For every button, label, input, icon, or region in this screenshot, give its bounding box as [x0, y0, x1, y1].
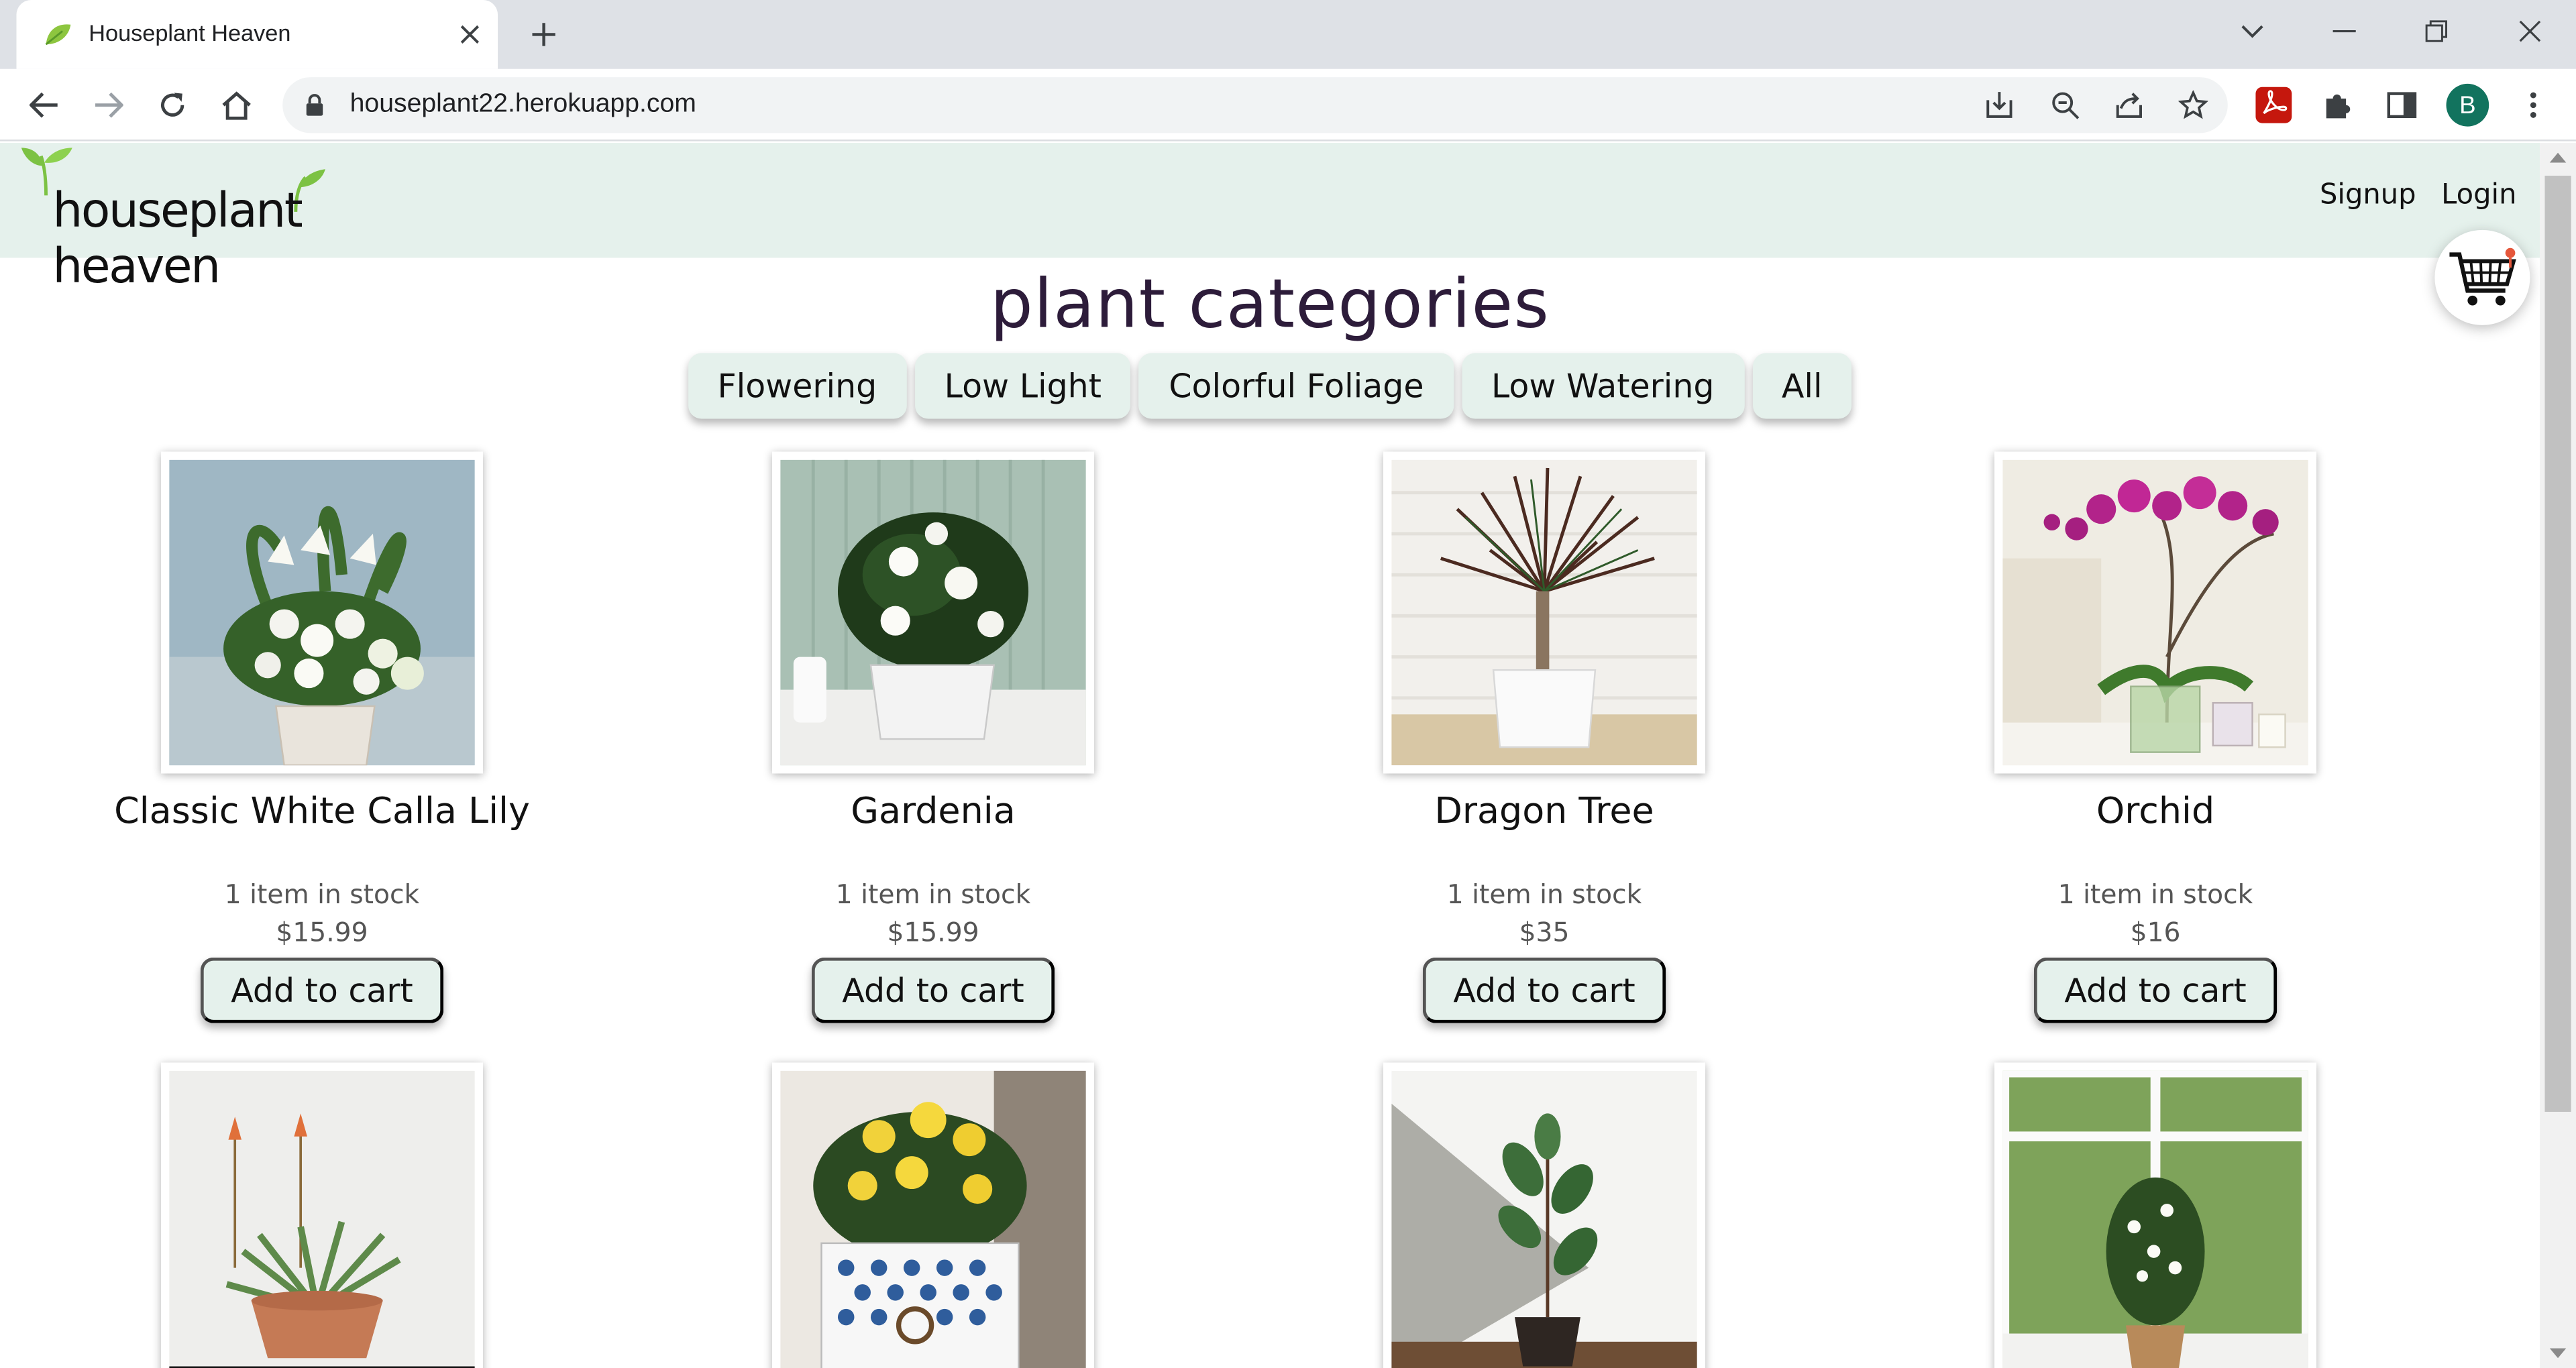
- forward-icon[interactable]: [85, 82, 131, 128]
- category-filter-bar: Flowering Low Light Colorful Foliage Low…: [0, 353, 2540, 419]
- page-scrollbar[interactable]: [2540, 143, 2576, 1368]
- product-price: $15.99: [276, 916, 368, 948]
- product-price: $35: [1519, 916, 1570, 948]
- bookmark-star-icon[interactable]: [2174, 85, 2213, 125]
- product-name: Orchid: [2096, 791, 2215, 833]
- side-panel-icon[interactable]: [2381, 84, 2424, 127]
- product-stock: 1 item in stock: [1446, 878, 1642, 910]
- category-flowering-button[interactable]: Flowering: [688, 353, 907, 419]
- product-stock: 1 item in stock: [2057, 878, 2253, 910]
- product-image[interactable]: [161, 451, 484, 774]
- tab-close-icon[interactable]: [450, 15, 490, 54]
- scrollbar-thumb[interactable]: [2544, 176, 2571, 1112]
- scroll-down-arrow-icon[interactable]: [2549, 1348, 2567, 1359]
- site-logo[interactable]: houseplant heaven: [19, 143, 480, 294]
- pdf-extension-icon[interactable]: [2253, 84, 2296, 127]
- new-tab-icon[interactable]: [523, 13, 566, 56]
- home-icon[interactable]: [213, 82, 260, 128]
- add-to-cart-button[interactable]: Add to cart: [1422, 957, 1666, 1023]
- browser-tab[interactable]: Houseplant Heaven: [16, 0, 498, 69]
- tab-title: Houseplant Heaven: [89, 19, 291, 46]
- orchid-photo: [2002, 459, 2308, 766]
- category-low-watering-button[interactable]: Low Watering: [1461, 353, 1744, 419]
- product-stock: 1 item in stock: [224, 878, 420, 910]
- jasmine-plant-photo: [2002, 1070, 2308, 1368]
- address-bar[interactable]: houseplant22.herokuapp.com: [282, 77, 2228, 133]
- rubber-plant-photo: [1391, 1070, 1697, 1368]
- aloe-plant-photo: [169, 1070, 475, 1368]
- restore-icon[interactable]: [2412, 10, 2461, 53]
- product-card: Gardenia 1 item in stock $15.99 Add to c…: [720, 451, 1147, 1023]
- product-image[interactable]: [772, 451, 1095, 774]
- category-low-light-button[interactable]: Low Light: [914, 353, 1132, 419]
- product-image[interactable]: [161, 1062, 484, 1368]
- extensions-puzzle-icon[interactable]: [2316, 84, 2359, 127]
- gardenia-photo: [780, 459, 1086, 766]
- category-all-button[interactable]: All: [1752, 353, 1852, 419]
- page-title: plant categories: [990, 264, 1550, 343]
- scroll-up-arrow-icon[interactable]: [2549, 152, 2567, 163]
- browser-toolbar: houseplant22.herokuapp.com B: [0, 68, 2576, 141]
- product-image[interactable]: [1994, 1062, 2317, 1368]
- add-to-cart-button[interactable]: Add to cart: [200, 957, 444, 1023]
- reload-icon[interactable]: [150, 82, 196, 128]
- category-colorful-foliage-button[interactable]: Colorful Foliage: [1139, 353, 1454, 419]
- product-name: Gardenia: [851, 791, 1016, 833]
- product-price: $15.99: [887, 916, 979, 948]
- share-icon[interactable]: [2109, 85, 2149, 125]
- product-card: Classic White Calla Lily 1 item in stock…: [109, 451, 536, 1023]
- dragon-tree-photo: [1391, 459, 1697, 766]
- product-card: Dragon Tree 1 item in stock $35 Add to c…: [1331, 451, 1758, 1023]
- calla-lily-photo: [169, 459, 475, 766]
- back-icon[interactable]: [21, 82, 68, 128]
- add-to-cart-button[interactable]: Add to cart: [811, 957, 1055, 1023]
- page-viewport: houseplant heaven Signup Login plant cat…: [0, 143, 2540, 1368]
- signup-link[interactable]: Signup: [2320, 179, 2416, 212]
- product-card: Orchid 1 item in stock $16 Add to cart: [1942, 451, 2369, 1023]
- close-window-icon[interactable]: [2506, 10, 2555, 53]
- url-text[interactable]: houseplant22.herokuapp.com: [350, 91, 696, 120]
- browser-menu-icon[interactable]: [2512, 84, 2555, 127]
- product-name: Dragon Tree: [1434, 791, 1654, 833]
- lock-icon[interactable]: [306, 94, 324, 117]
- zoom-out-icon[interactable]: [2045, 85, 2085, 125]
- product-image[interactable]: [1383, 451, 1706, 774]
- leaf-favicon-icon: [45, 24, 71, 46]
- minimize-icon[interactable]: [2320, 10, 2369, 53]
- site-header: houseplant heaven Signup Login: [0, 143, 2540, 294]
- product-image[interactable]: [1383, 1062, 1706, 1368]
- tab-search-chevron-icon[interactable]: [2228, 10, 2277, 53]
- profile-avatar[interactable]: B: [2446, 83, 2489, 127]
- yellow-rose-photo: [780, 1070, 1086, 1368]
- login-link[interactable]: Login: [2441, 179, 2516, 212]
- add-to-cart-button[interactable]: Add to cart: [2033, 957, 2277, 1023]
- product-stock: 1 item in stock: [835, 878, 1031, 910]
- tab-strip: Houseplant Heaven: [0, 0, 2576, 69]
- product-price: $16: [2130, 916, 2181, 948]
- product-image[interactable]: [772, 1062, 1095, 1368]
- product-name: Classic White Calla Lily: [114, 791, 530, 833]
- product-image[interactable]: [1994, 451, 2317, 774]
- install-app-icon[interactable]: [1980, 85, 2019, 125]
